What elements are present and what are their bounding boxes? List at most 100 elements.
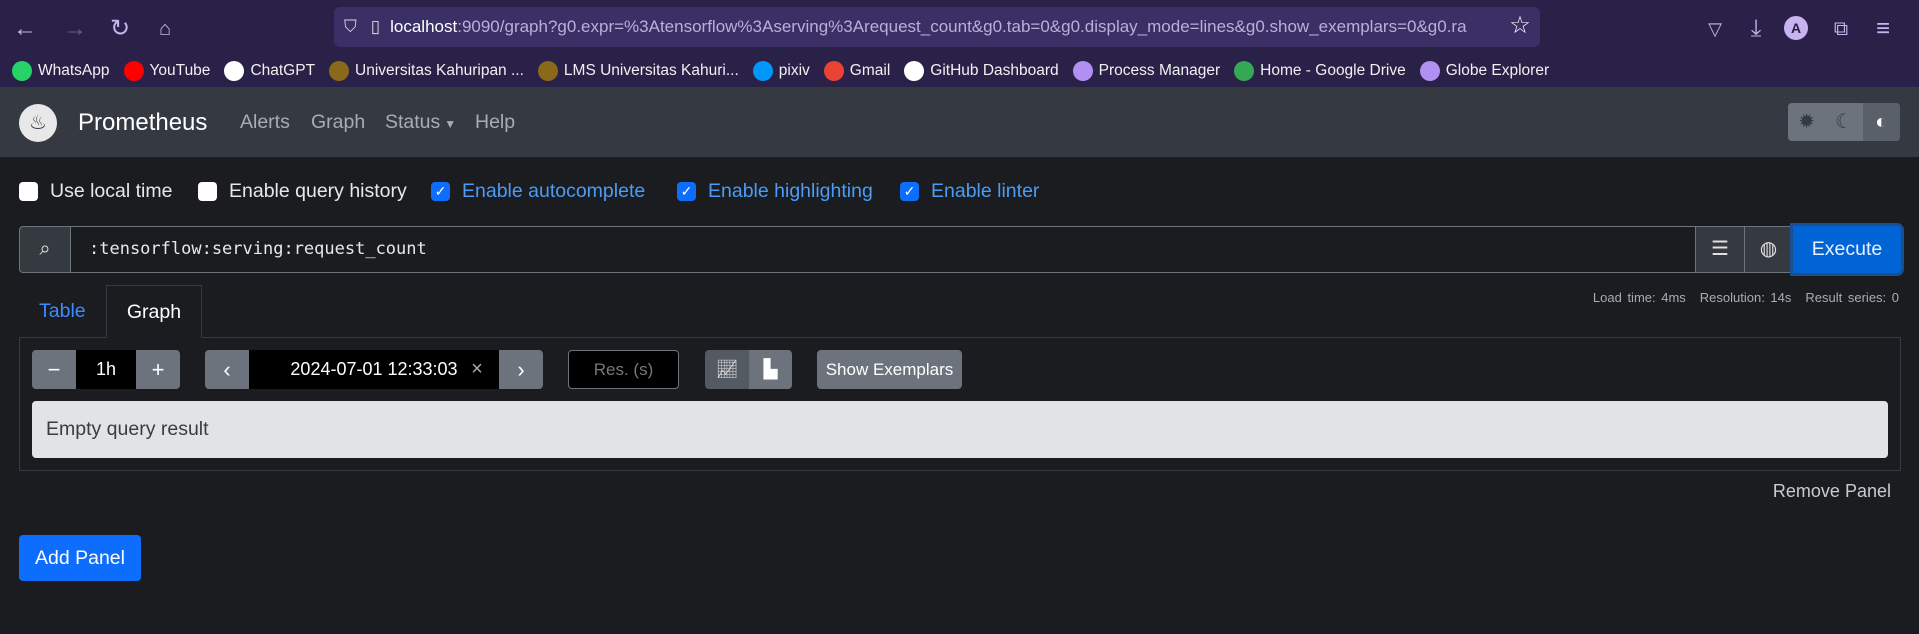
pixiv-icon <box>752 61 773 81</box>
chatgpt-icon <box>224 61 245 81</box>
option-use-local-time[interactable]: Use local time <box>19 180 172 203</box>
reload-icon[interactable]: ↻ <box>105 14 135 44</box>
bookmark-item[interactable]: LMS Universitas Kahuri... <box>537 61 739 81</box>
forward-icon[interactable]: → <box>60 14 90 44</box>
auto-theme-icon[interactable]: ◐ <box>1862 103 1900 141</box>
checkbox-label: Enable query history <box>229 180 407 202</box>
bookmark-label: Globe Explorer <box>1445 62 1550 79</box>
bookmark-item[interactable]: WhatsApp <box>12 61 110 81</box>
nav-status-label: Status <box>385 111 441 133</box>
option-enable-query-history[interactable]: Enable query history <box>198 180 407 203</box>
add-panel-button[interactable]: Add Panel <box>19 535 141 581</box>
prometheus-logo-icon[interactable]: ♨ <box>19 104 57 142</box>
empty-result-alert: Empty query result <box>32 401 1888 458</box>
stacked-chart-icon[interactable]: ▙ <box>749 350 792 389</box>
drive-icon <box>1234 61 1255 81</box>
previous-time-button[interactable]: ‹ <box>205 350 249 389</box>
globe-icon <box>1419 61 1440 81</box>
bookmark-item[interactable]: Home - Google Drive <box>1234 61 1406 81</box>
bookmark-label: LMS Universitas Kahuri... <box>563 62 739 79</box>
range-input[interactable]: 1h <box>76 350 136 389</box>
option-enable-autocomplete[interactable]: ✓ Enable autocomplete <box>431 180 645 203</box>
bookmark-item[interactable]: Gmail <box>823 61 891 81</box>
bookmark-label: pixiv <box>778 62 810 79</box>
caret-down-icon: ▼ <box>444 117 457 131</box>
back-icon[interactable]: ← <box>10 14 40 44</box>
show-exemplars-button[interactable]: Show Exemplars <box>817 350 962 389</box>
whatsapp-icon <box>12 61 32 81</box>
bookmark-label: Gmail <box>849 62 891 79</box>
search-icon: ⌕ <box>19 226 71 273</box>
bookmarks-bar: WhatsApp YouTube ChatGPT Universitas Kahuri… <box>12 58 1549 84</box>
bookmark-label: Home - Google Drive <box>1260 62 1406 79</box>
checkbox-label: Enable highlighting <box>708 180 873 202</box>
bookmark-label: Process Manager <box>1098 62 1221 79</box>
execute-button[interactable]: Execute <box>1793 226 1901 273</box>
clear-time-button[interactable]: × <box>462 350 492 389</box>
home-icon[interactable]: ⌂ <box>150 14 180 44</box>
checkbox[interactable] <box>19 182 38 201</box>
resolution: Resolution: 14s <box>1699 290 1792 305</box>
nav-status[interactable]: Status ▼ <box>385 111 456 134</box>
bookmark-item[interactable]: YouTube <box>123 61 211 81</box>
query-input[interactable]: :tensorflow:serving:request_count <box>71 226 1695 273</box>
brand[interactable]: Prometheus <box>78 109 207 137</box>
download-icon[interactable]: ⤓ <box>1741 14 1771 44</box>
nav-alerts[interactable]: Alerts <box>240 111 290 134</box>
line-chart-icon[interactable]: 📈︎ <box>705 350 749 389</box>
option-enable-linter[interactable]: ✓ Enable linter <box>900 180 1039 203</box>
metrics-explorer-icon[interactable]: ◍ <box>1745 226 1793 273</box>
account-avatar[interactable]: A <box>1784 16 1808 40</box>
extensions-icon[interactable]: ⧉ <box>1826 14 1856 44</box>
resolution-input[interactable]: Res. (s) <box>568 350 679 389</box>
remove-panel-link[interactable]: Remove Panel <box>1773 481 1891 502</box>
tab-graph[interactable]: Graph <box>106 285 202 338</box>
github-icon <box>904 61 925 81</box>
checkbox[interactable] <box>198 182 217 201</box>
bookmark-label: YouTube <box>149 62 211 79</box>
checkbox[interactable]: ✓ <box>677 182 696 201</box>
dark-theme-icon[interactable]: ☾ <box>1825 103 1862 141</box>
bookmark-label: Universitas Kahuripan ... <box>355 62 524 79</box>
menu-icon[interactable]: ≡ <box>1868 14 1898 44</box>
decrease-range-button[interactable]: − <box>32 350 76 389</box>
checkbox-label: Use local time <box>50 180 173 202</box>
query-bar: ⌕ :tensorflow:serving:request_count ☰ ◍ … <box>19 226 1901 273</box>
gmail-icon <box>823 61 844 81</box>
increase-range-button[interactable]: + <box>136 350 180 389</box>
query-stats: Load time: 4ms Resolution: 14s Result seri… <box>1579 290 1899 305</box>
bookmark-item[interactable]: Globe Explorer <box>1419 61 1550 81</box>
bookmark-item[interactable]: pixiv <box>752 61 810 81</box>
pocket-icon[interactable]: ▽ <box>1700 14 1730 44</box>
bookmark-item[interactable]: GitHub Dashboard <box>904 61 1059 81</box>
university-icon <box>329 61 350 81</box>
url-bar[interactable]: ⛉ ▯ localhost:9090/graph?g0.expr=%3Atensor… <box>334 7 1540 47</box>
checkbox-label: Enable autocomplete <box>462 180 646 202</box>
bookmark-item[interactable]: ChatGPT <box>224 61 315 81</box>
result-series: Result series: 0 <box>1805 290 1899 305</box>
nav-help[interactable]: Help <box>475 111 515 134</box>
bookmark-star-icon[interactable]: ☆ <box>1505 11 1535 41</box>
page-icon: ▯ <box>370 17 381 36</box>
bookmark-item[interactable]: Universitas Kahuripan ... <box>329 61 524 81</box>
checkbox[interactable]: ✓ <box>900 182 919 201</box>
tab-table[interactable]: Table <box>19 285 106 338</box>
option-enable-highlighting[interactable]: ✓ Enable highlighting <box>677 180 873 203</box>
gauge-icon <box>1072 61 1093 81</box>
university-icon <box>537 61 558 81</box>
checkbox[interactable]: ✓ <box>431 182 450 201</box>
bookmark-label: GitHub Dashboard <box>930 62 1059 79</box>
next-time-button[interactable]: › <box>499 350 543 389</box>
format-query-icon[interactable]: ☰ <box>1695 226 1745 273</box>
bookmark-label: ChatGPT <box>250 62 316 79</box>
bookmark-item[interactable]: Process Manager <box>1072 61 1221 81</box>
navbar: ♨ Prometheus Alerts Graph Status ▼ Help <box>0 87 1919 157</box>
shield-icon: ⛉ <box>344 17 357 36</box>
nav-graph[interactable]: Graph <box>311 111 365 134</box>
browser-toolbar: ← → ↻ ⌂ ⛉ ▯ localhost:9090/graph?g0.expr=%… <box>0 0 1919 87</box>
light-theme-icon[interactable]: ✹ <box>1788 103 1825 141</box>
theme-switcher: ✹ ☾ ◐ <box>1788 103 1900 141</box>
youtube-icon <box>123 61 144 81</box>
bookmark-label: WhatsApp <box>38 62 110 79</box>
load-time: Load time: 4ms <box>1592 290 1686 305</box>
